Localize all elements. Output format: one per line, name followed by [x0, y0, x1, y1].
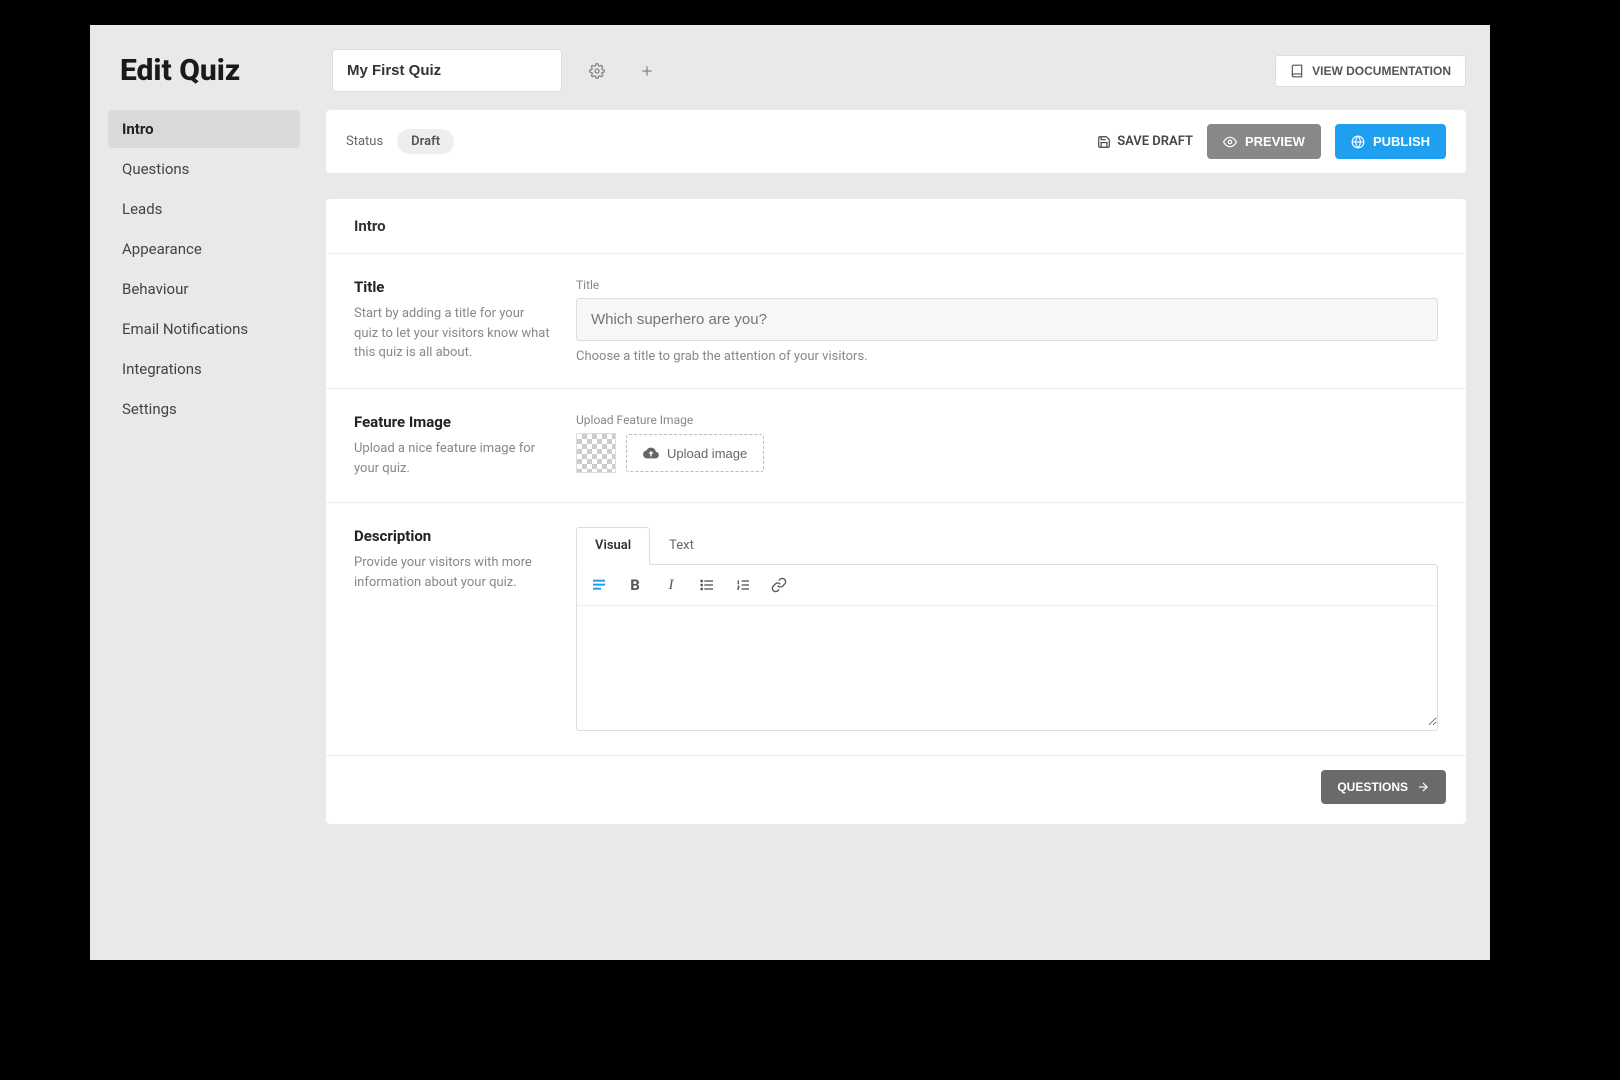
title-section-heading: Title	[354, 278, 550, 296]
sidebar-item-email-notifications[interactable]: Email Notifications	[108, 310, 300, 348]
title-input[interactable]	[576, 298, 1438, 341]
desc-section-heading: Description	[354, 527, 550, 545]
sidebar-item-label: Leads	[122, 200, 162, 218]
upload-image-button[interactable]: Upload image	[626, 434, 764, 472]
plus-icon	[639, 63, 655, 79]
header-row: Edit Quiz VIEW DOCUMENTATION	[90, 25, 1490, 110]
book-icon	[1290, 64, 1304, 78]
save-draft-label: SAVE DRAFT	[1117, 134, 1193, 149]
preview-label: PREVIEW	[1245, 134, 1305, 149]
sidebar-item-settings[interactable]: Settings	[108, 390, 300, 428]
status-label: Status	[346, 134, 383, 149]
editor-tool-bold[interactable]: B	[623, 573, 647, 597]
publish-label: PUBLISH	[1373, 134, 1430, 149]
image-section-heading: Feature Image	[354, 413, 550, 431]
preview-button[interactable]: PREVIEW	[1207, 124, 1321, 159]
italic-icon: I	[669, 577, 674, 594]
sidebar-item-label: Email Notifications	[122, 320, 248, 338]
sidebar-item-intro[interactable]: Intro	[108, 110, 300, 148]
panel-footer: QUESTIONS	[326, 756, 1466, 804]
save-draft-button[interactable]: SAVE DRAFT	[1097, 134, 1193, 149]
image-placeholder-thumb	[576, 433, 616, 473]
status-bar: Status Draft SAVE DRAFT PREVIEW PUBLISH	[326, 110, 1466, 173]
body-row: Intro Questions Leads Appearance Behavio…	[90, 110, 1490, 960]
bold-icon: B	[630, 576, 640, 594]
cloud-upload-icon	[643, 445, 659, 461]
panel-heading: Intro	[326, 199, 1466, 254]
sidebar-item-questions[interactable]: Questions	[108, 150, 300, 188]
editor-toolbar: B I	[577, 565, 1437, 606]
editor-tool-paragraph[interactable]	[587, 573, 611, 597]
description-editor[interactable]	[577, 606, 1437, 726]
desc-section-left: Description Provide your visitors with m…	[354, 527, 550, 731]
editor-tool-bullet-list[interactable]	[695, 573, 719, 597]
add-button[interactable]	[632, 56, 662, 86]
sidebar-item-integrations[interactable]: Integrations	[108, 350, 300, 388]
gear-icon	[589, 63, 605, 79]
settings-icon-button[interactable]	[582, 56, 612, 86]
link-icon	[771, 577, 787, 593]
save-icon	[1097, 135, 1111, 149]
title-section: Title Start by adding a title for your q…	[326, 254, 1466, 389]
editor-tab-label: Text	[669, 538, 694, 553]
quiz-name-input[interactable]	[332, 49, 562, 92]
eye-icon	[1223, 135, 1237, 149]
desc-section-desc: Provide your visitors with more informat…	[354, 553, 550, 592]
status-pill: Draft	[397, 129, 454, 154]
bullet-list-icon	[699, 577, 715, 593]
app-root: Edit Quiz VIEW DOCUMENTATION Intro Quest…	[90, 25, 1490, 960]
numbered-list-icon	[735, 577, 751, 593]
editor-tab-text[interactable]: Text	[650, 527, 713, 564]
view-docs-button[interactable]: VIEW DOCUMENTATION	[1275, 55, 1466, 87]
next-button-label: QUESTIONS	[1337, 780, 1408, 794]
title-section-left: Title Start by adding a title for your q…	[354, 278, 550, 364]
editor-tool-italic[interactable]: I	[659, 573, 683, 597]
editor-box: B I	[576, 564, 1438, 731]
title-field-label: Title	[576, 278, 1438, 292]
page-title: Edit Quiz	[120, 53, 312, 88]
title-field-help: Choose a title to grab the attention of …	[576, 349, 1438, 364]
sidebar-item-label: Questions	[122, 160, 189, 178]
title-section-right: Title Choose a title to grab the attenti…	[576, 278, 1438, 364]
main-column: Status Draft SAVE DRAFT PREVIEW PUBLISH …	[326, 110, 1466, 936]
image-section-right: Upload Feature Image Upload image	[576, 413, 1438, 478]
view-docs-label: VIEW DOCUMENTATION	[1312, 64, 1451, 78]
image-field-label: Upload Feature Image	[576, 413, 1438, 427]
description-section: Description Provide your visitors with m…	[326, 503, 1466, 756]
paragraph-icon	[591, 577, 607, 593]
sidebar-item-appearance[interactable]: Appearance	[108, 230, 300, 268]
next-questions-button[interactable]: QUESTIONS	[1321, 770, 1446, 804]
editor-tool-link[interactable]	[767, 573, 791, 597]
image-section-left: Feature Image Upload a nice feature imag…	[354, 413, 550, 478]
image-section-desc: Upload a nice feature image for your qui…	[354, 439, 550, 478]
title-section-desc: Start by adding a title for your quiz to…	[354, 304, 550, 363]
sidebar-item-behaviour[interactable]: Behaviour	[108, 270, 300, 308]
sidebar-item-label: Intro	[122, 120, 154, 138]
sidebar-item-label: Integrations	[122, 360, 202, 378]
desc-section-right: Visual Text B I	[576, 527, 1438, 731]
editor-tool-numbered-list[interactable]	[731, 573, 755, 597]
sidebar: Intro Questions Leads Appearance Behavio…	[108, 110, 300, 936]
feature-image-section: Feature Image Upload a nice feature imag…	[326, 389, 1466, 503]
upload-row: Upload image	[576, 433, 1438, 473]
editor-tabs: Visual Text	[576, 527, 1438, 564]
editor-tab-label: Visual	[595, 538, 631, 553]
sidebar-item-label: Settings	[122, 400, 177, 418]
publish-button[interactable]: PUBLISH	[1335, 124, 1446, 159]
intro-panel: Intro Title Start by adding a title for …	[326, 199, 1466, 824]
upload-image-label: Upload image	[667, 446, 747, 461]
editor-tab-visual[interactable]: Visual	[576, 527, 650, 565]
sidebar-item-label: Appearance	[122, 240, 202, 258]
globe-icon	[1351, 135, 1365, 149]
arrow-right-icon	[1416, 780, 1430, 794]
sidebar-item-leads[interactable]: Leads	[108, 190, 300, 228]
sidebar-item-label: Behaviour	[122, 280, 188, 298]
